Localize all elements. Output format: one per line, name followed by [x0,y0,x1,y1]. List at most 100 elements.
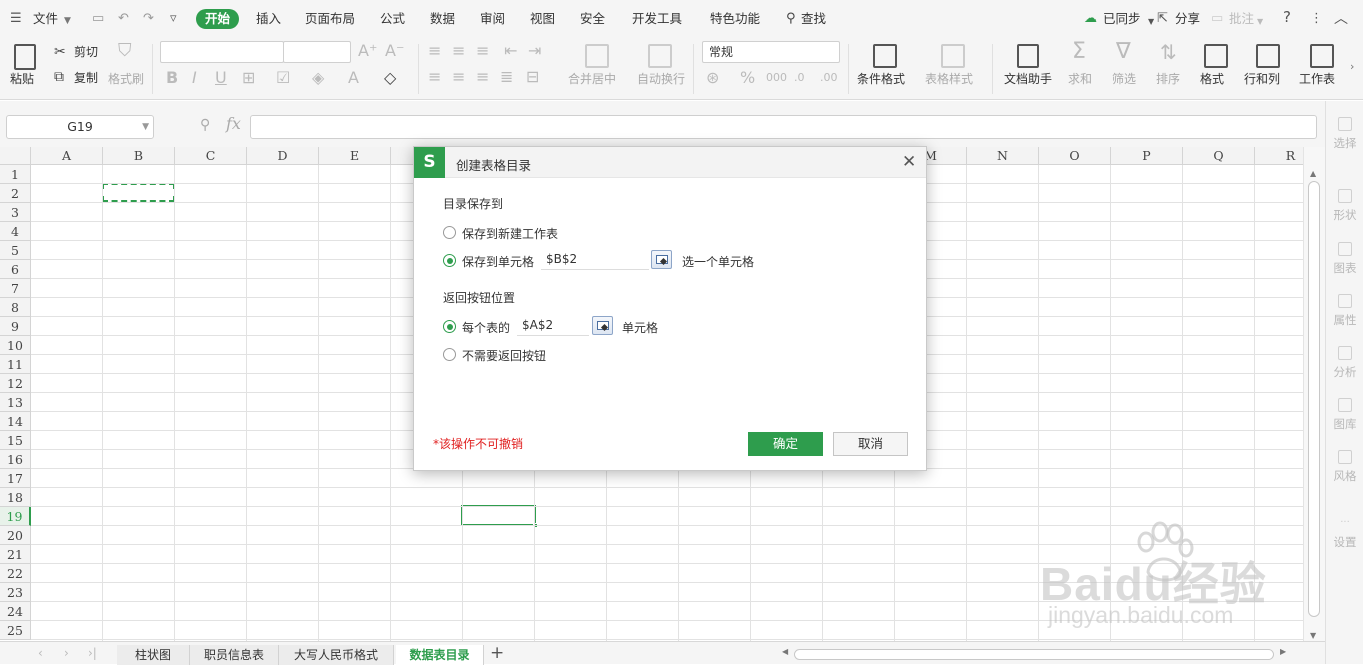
column-header[interactable]: A [31,147,103,165]
align-center-icon[interactable]: ≡ [452,68,465,86]
clear-icon[interactable]: ◇ [384,69,396,87]
underline-icon[interactable]: U [215,69,227,87]
column-header[interactable]: P [1111,147,1183,165]
align-top-icon[interactable]: ≡ [428,42,441,60]
tab-view[interactable]: 视图 [530,10,555,28]
table-style-icon[interactable] [941,44,965,68]
sheet-tab[interactable]: 柱状图 [117,645,190,665]
radio-save-to-cell-label[interactable]: 保存到单元格 [462,253,534,270]
tab-review[interactable]: 审阅 [480,10,505,28]
chevron-down-icon[interactable]: ▼ [1257,14,1263,30]
doc-assistant-icon[interactable] [1017,44,1039,68]
row-header[interactable]: 16 [0,450,31,469]
conditional-format-button[interactable]: 条件格式 [857,72,905,86]
horizontal-scroll-thumb[interactable] [794,649,1274,660]
copy-button[interactable]: 复制 [74,71,98,85]
row-col-icon[interactable] [1256,44,1280,68]
cut-button[interactable]: 剪切 [74,45,98,59]
decrease-decimal-icon[interactable]: .00 [820,69,838,87]
hamburger-icon[interactable]: ☰ [10,11,22,27]
cell-style-icon[interactable]: ☑ [276,69,290,87]
italic-icon[interactable]: I [192,69,197,87]
prev-sheet-icon[interactable]: › [64,646,69,660]
sheet-tab-active[interactable]: 数据表目录 [396,645,484,665]
row-header[interactable]: 17 [0,469,31,488]
sort-button[interactable]: 排序 [1156,72,1180,86]
paste-button[interactable]: 粘贴 [10,72,34,86]
border-icon[interactable]: ⊞ [242,69,255,87]
sum-button[interactable]: 求和 [1068,72,1092,86]
ok-button[interactable]: 确定 [748,432,823,456]
pane-style[interactable]: 风格 [1326,450,1363,484]
first-sheet-icon[interactable]: ‹ [38,646,43,660]
back-cell-input[interactable]: $A$2 [517,315,589,336]
scroll-down-icon[interactable]: ▼ [1310,631,1316,640]
save-cell-input[interactable]: $B$2 [541,249,649,270]
row-header[interactable]: 25 [0,621,31,640]
number-format-select[interactable]: 常规 [702,41,840,63]
add-sheet-button[interactable]: + [490,643,504,663]
sync-status[interactable]: 已同步 [1103,10,1141,28]
vertical-scrollbar[interactable]: ▲ ▼ [1303,147,1325,641]
doc-assistant-button[interactable]: 文档助手 [1004,72,1052,86]
fx-icon[interactable]: fx [226,114,241,133]
ribbon-scroll-right-icon[interactable]: › [1350,58,1354,76]
column-header[interactable]: O [1039,147,1111,165]
worksheet-button[interactable]: 工作表 [1299,72,1335,86]
sheet-tab[interactable]: 大写人民币格式 [279,645,394,665]
active-cell[interactable] [461,505,538,528]
column-header[interactable]: E [319,147,391,165]
dialog-titlebar[interactable]: S 创建表格目录 ✕ [414,147,926,178]
share-icon[interactable]: ⇱ [1157,11,1168,27]
filter-icon[interactable]: ∇ [1116,41,1131,63]
redo-icon[interactable]: ↷ [143,11,154,27]
column-header[interactable]: R [1255,147,1303,165]
row-header[interactable]: 5 [0,241,31,260]
column-header[interactable]: C [175,147,247,165]
wrap-text-button[interactable]: 自动换行 [637,72,685,86]
scroll-right-icon[interactable]: ▶ [1280,647,1286,656]
row-header[interactable]: 21 [0,545,31,564]
horizontal-scrollbar[interactable]: ◀ ▶ [780,647,1310,661]
format-icon[interactable] [1204,44,1228,68]
radio-no-back-button[interactable] [443,348,456,361]
tab-security[interactable]: 安全 [580,10,605,28]
collapse-ribbon-icon[interactable]: ︿ [1334,11,1348,27]
scissors-icon[interactable]: ✂ [54,43,66,61]
quick-access-more-icon[interactable]: ▿ [170,11,177,27]
pane-gallery[interactable]: 图库 [1326,398,1363,432]
align-middle-icon[interactable]: ≡ [452,42,465,60]
search-icon[interactable]: ⚲ [786,11,796,27]
column-header[interactable]: Q [1183,147,1255,165]
save-icon[interactable]: ▭ [92,11,104,27]
row-header[interactable]: 8 [0,298,31,317]
tab-home[interactable]: 开始 [196,9,240,29]
table-style-button[interactable]: 表格样式 [925,72,973,86]
distribute-icon[interactable]: ⊟ [526,68,539,86]
close-icon[interactable]: ✕ [902,152,916,172]
last-sheet-icon[interactable]: ›| [88,646,97,660]
chevron-down-icon[interactable]: ▼ [64,13,71,29]
pane-analyze[interactable]: 分析 [1326,346,1363,380]
row-header[interactable]: 24 [0,602,31,621]
tab-insert[interactable]: 插入 [256,10,281,28]
percent-icon[interactable]: % [740,69,755,87]
row-header[interactable]: 22 [0,564,31,583]
wrap-text-icon[interactable] [648,44,672,68]
format-painter-icon[interactable]: ⛉ [118,42,132,60]
copy-icon[interactable]: ⧉ [54,68,64,86]
radio-no-back-button-label[interactable]: 不需要返回按钮 [462,347,546,364]
chevron-down-icon[interactable]: ▼ [142,116,149,138]
pane-select[interactable]: 选择 [1326,117,1363,151]
decrease-font-icon[interactable]: A⁻ [385,42,404,60]
indent-decrease-icon[interactable]: ⇤ [504,42,517,60]
row-header[interactable]: 14 [0,412,31,431]
indent-increase-icon[interactable]: ⇥ [528,42,541,60]
scroll-up-icon[interactable]: ▲ [1310,169,1316,178]
radio-each-sheet[interactable] [443,320,456,333]
radio-save-to-cell[interactable] [443,254,456,267]
search-label[interactable]: 查找 [801,10,826,28]
align-right-icon[interactable]: ≡ [476,68,489,86]
tab-developer[interactable]: 开发工具 [632,10,682,28]
row-header[interactable]: 7 [0,279,31,298]
